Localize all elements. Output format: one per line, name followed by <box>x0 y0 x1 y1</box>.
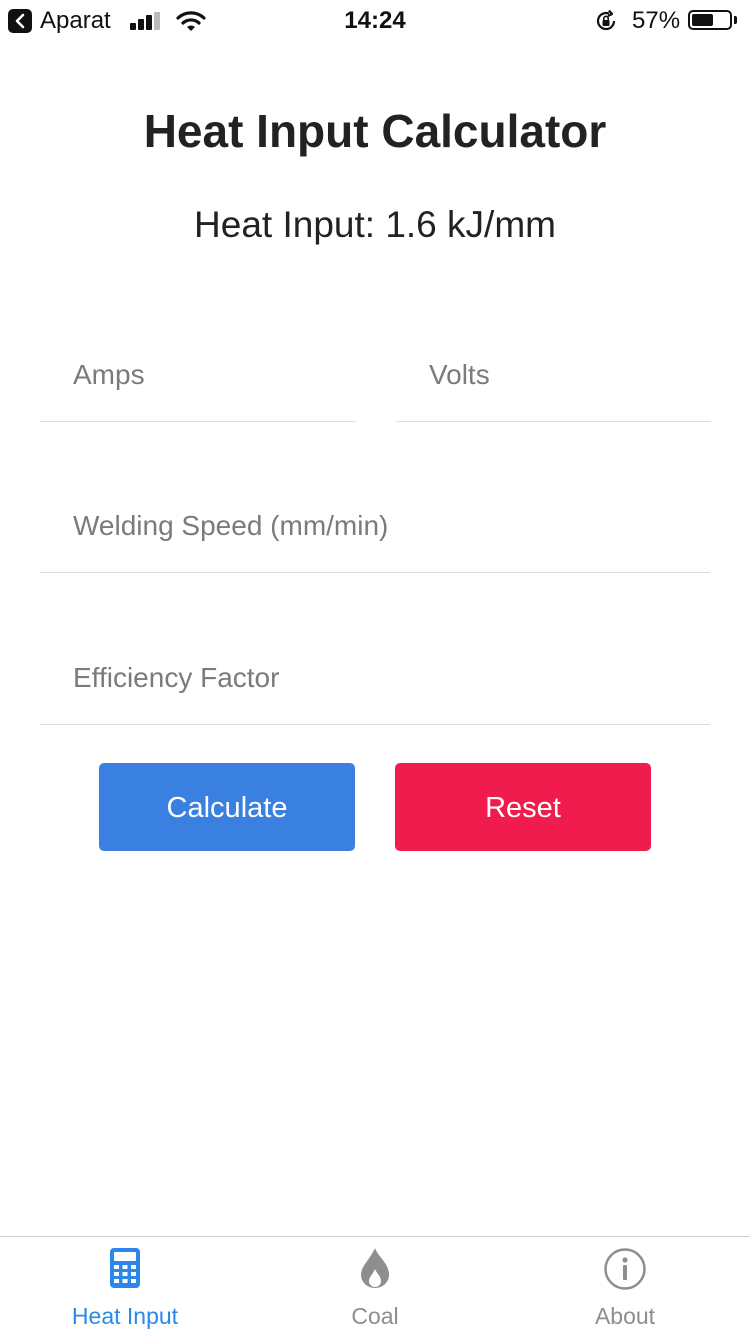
calculator-icon <box>0 1247 250 1294</box>
battery-icon <box>688 10 732 30</box>
rotation-lock-icon <box>596 9 616 31</box>
efficiency-factor-input[interactable] <box>73 648 710 708</box>
welding-speed-field <box>40 482 710 573</box>
volts-field <box>396 331 711 422</box>
battery-cap <box>734 16 737 24</box>
tab-bar: Heat Input Coal About <box>0 1236 750 1334</box>
tab-label: About <box>594 1303 656 1329</box>
tab-about[interactable]: About <box>500 1237 750 1334</box>
flame-icon <box>250 1247 500 1294</box>
welding-speed-input[interactable] <box>73 496 710 556</box>
battery-percentage: 57% <box>632 7 681 34</box>
amps-field <box>40 331 356 422</box>
status-bar: Aparat 14:24 57% <box>0 0 750 40</box>
tab-label: Heat Input <box>71 1303 179 1329</box>
tab-label: Coal <box>351 1303 399 1329</box>
page-title: Heat Input Calculator <box>143 105 607 157</box>
reset-button[interactable]: Reset <box>395 763 651 851</box>
battery-level-fill <box>692 14 713 26</box>
calculate-button[interactable]: Calculate <box>99 763 355 851</box>
heat-input-result: Heat Input: 1.6 kJ/mm <box>194 204 556 245</box>
efficiency-factor-field <box>40 634 710 725</box>
info-icon <box>500 1247 750 1296</box>
volts-input[interactable] <box>429 345 711 405</box>
tab-heat-input[interactable]: Heat Input <box>0 1237 250 1334</box>
amps-input[interactable] <box>73 345 356 405</box>
tab-coal[interactable]: Coal <box>250 1237 500 1334</box>
screen: Aparat 14:24 57% Heat Input Calculator H… <box>0 0 750 1334</box>
